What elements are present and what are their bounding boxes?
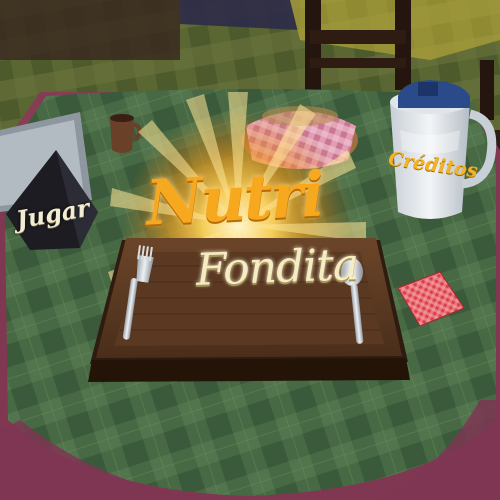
game-logo-subtitle: Fondita xyxy=(195,239,359,296)
game-logo-title: Nutri xyxy=(144,157,325,240)
